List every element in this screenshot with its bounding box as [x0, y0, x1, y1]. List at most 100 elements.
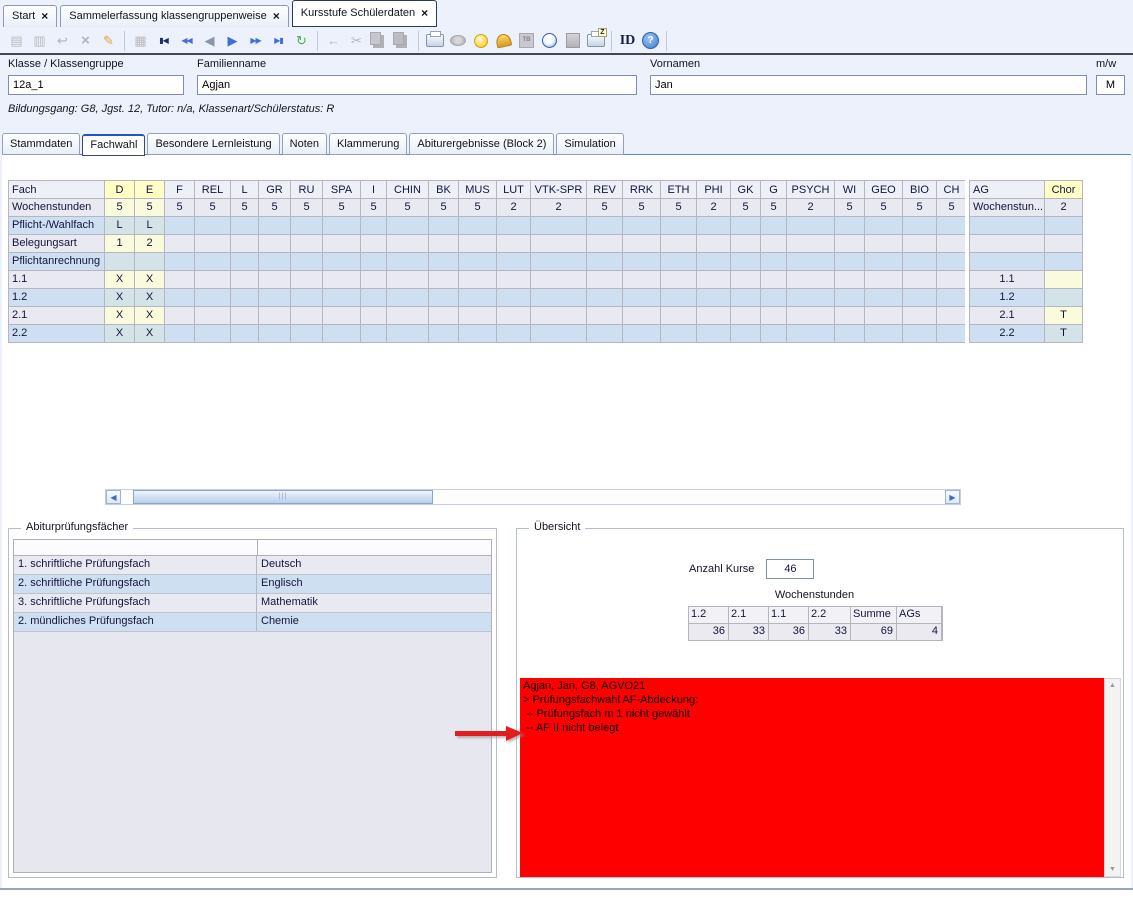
fachwahl-cell[interactable]	[835, 217, 865, 235]
fachwahl-cell[interactable]	[231, 235, 259, 253]
fachwahl-cell[interactable]	[731, 217, 761, 235]
fachwahl-cell[interactable]	[387, 217, 429, 235]
fachwahl-cell[interactable]	[623, 325, 661, 343]
fachwahl-cell[interactable]: 5	[361, 199, 387, 217]
fachwahl-cell[interactable]	[937, 235, 965, 253]
fachwahl-cell[interactable]	[761, 271, 787, 289]
close-icon[interactable]: ×	[273, 11, 280, 21]
fachwahl-cell[interactable]	[587, 307, 623, 325]
fachwahl-cell[interactable]	[361, 307, 387, 325]
fachwahl-cell[interactable]	[937, 271, 965, 289]
fachwahl-cell[interactable]	[761, 307, 787, 325]
ag-cell[interactable]: T	[1045, 325, 1083, 343]
fachwahl-cell[interactable]	[835, 253, 865, 271]
close-icon[interactable]: ×	[41, 11, 48, 21]
fachwahl-cell[interactable]: 2	[497, 199, 531, 217]
fachwahl-cell[interactable]	[361, 289, 387, 307]
tab-fachwahl[interactable]: Fachwahl	[82, 134, 145, 156]
fachwahl-cell[interactable]	[787, 253, 835, 271]
fachwahl-cell[interactable]: 5	[731, 199, 761, 217]
fachwahl-cell[interactable]: L	[135, 217, 165, 235]
fachwahl-cell[interactable]	[761, 325, 787, 343]
fachwahl-cell[interactable]	[587, 325, 623, 343]
fachwahl-cell[interactable]	[459, 217, 497, 235]
fachwahl-cell[interactable]	[865, 253, 903, 271]
fachwahl-cell[interactable]	[903, 307, 937, 325]
fachwahl-cell[interactable]	[429, 235, 459, 253]
fachwahl-cell[interactable]: 5	[195, 199, 231, 217]
klasse-input[interactable]	[8, 75, 184, 95]
fachwahl-cell[interactable]: X	[135, 271, 165, 289]
fachwahl-cell[interactable]	[697, 289, 731, 307]
fachwahl-cell[interactable]	[903, 289, 937, 307]
fachwahl-cell[interactable]: L	[105, 217, 135, 235]
fachwahl-cell[interactable]	[195, 307, 231, 325]
fachwahl-cell[interactable]	[761, 253, 787, 271]
doc-tab-kursstufe-sch-lerdaten[interactable]: Kursstufe Schülerdaten×	[292, 0, 437, 27]
fachwahl-cell[interactable]	[587, 271, 623, 289]
alarm-clock-icon[interactable]	[538, 30, 561, 52]
fachwahl-cell[interactable]	[903, 253, 937, 271]
fachwahl-cell[interactable]	[323, 289, 361, 307]
fachwahl-cell[interactable]	[903, 217, 937, 235]
fachwahl-cell[interactable]: 5	[903, 199, 937, 217]
fachwahl-cell[interactable]	[291, 253, 323, 271]
fachwahl-cell[interactable]	[429, 325, 459, 343]
edit-icon[interactable]: ✎	[97, 30, 120, 52]
fachwahl-cell[interactable]	[865, 307, 903, 325]
fachwahl-cell[interactable]	[835, 289, 865, 307]
fachwahl-cell[interactable]	[361, 253, 387, 271]
fachwahl-cell[interactable]	[259, 289, 291, 307]
fachwahl-cell[interactable]	[697, 253, 731, 271]
tab-stammdaten[interactable]: Stammdaten	[2, 133, 80, 155]
help-icon[interactable]: ?	[639, 30, 662, 52]
fachwahl-cell[interactable]	[835, 325, 865, 343]
fachwahl-cell[interactable]	[323, 253, 361, 271]
fachwahl-cell[interactable]	[937, 217, 965, 235]
fachwahl-cell[interactable]	[623, 253, 661, 271]
fachwahl-cell[interactable]	[835, 235, 865, 253]
fachwahl-cell[interactable]	[165, 235, 195, 253]
hint-bulb-icon[interactable]	[469, 30, 492, 52]
fachwahl-cell[interactable]	[459, 307, 497, 325]
fachwahl-cell[interactable]: X	[105, 289, 135, 307]
fachwahl-cell[interactable]	[531, 307, 587, 325]
fast-forward-icon[interactable]: ▶▶	[244, 30, 267, 52]
fachwahl-cell[interactable]	[587, 253, 623, 271]
fachwahl-cell[interactable]: 5	[623, 199, 661, 217]
fachwahl-cell[interactable]: 5	[135, 199, 165, 217]
fachwahl-cell[interactable]	[531, 235, 587, 253]
doc-tab-sammelerfassung-klassengruppenweise[interactable]: Sammelerfassung klassengruppenweise×	[60, 5, 289, 27]
fachwahl-cell[interactable]	[497, 271, 531, 289]
fachwahl-cell[interactable]	[697, 217, 731, 235]
fachwahl-cell[interactable]: 5	[291, 199, 323, 217]
fachwahl-cell[interactable]	[429, 271, 459, 289]
fachwahl-cell[interactable]: X	[135, 289, 165, 307]
fachwahl-cell[interactable]	[195, 271, 231, 289]
abitur-row[interactable]: 2. schriftliche PrüfungsfachEnglisch	[14, 575, 491, 594]
fachwahl-cell[interactable]	[623, 289, 661, 307]
vornamen-input[interactable]	[650, 75, 1087, 95]
fachwahl-cell[interactable]	[731, 289, 761, 307]
fachwahl-cell[interactable]	[361, 325, 387, 343]
fachwahl-cell[interactable]	[459, 289, 497, 307]
scrollbar-thumb[interactable]: |||	[133, 490, 433, 504]
fachwahl-cell[interactable]	[865, 289, 903, 307]
scroll-left-icon[interactable]: ◀	[106, 490, 121, 504]
next-record-icon[interactable]: ▶	[221, 30, 244, 52]
fachwahl-cell[interactable]	[865, 235, 903, 253]
fachwahl-cell[interactable]	[937, 307, 965, 325]
fachwahl-cell[interactable]: 5	[937, 199, 965, 217]
fachwahl-cell[interactable]	[531, 217, 587, 235]
fachwahl-cell[interactable]	[835, 271, 865, 289]
fachwahl-cell[interactable]	[531, 271, 587, 289]
fachwahl-cell[interactable]	[165, 289, 195, 307]
ag-cell[interactable]	[1045, 289, 1083, 307]
fachwahl-cell[interactable]	[661, 289, 697, 307]
fachwahl-cell[interactable]	[165, 271, 195, 289]
fachwahl-cell[interactable]	[259, 217, 291, 235]
fachwahl-cell[interactable]	[429, 253, 459, 271]
fachwahl-cell[interactable]	[259, 235, 291, 253]
fachwahl-cell[interactable]	[623, 217, 661, 235]
fachwahl-cell[interactable]: X	[135, 325, 165, 343]
